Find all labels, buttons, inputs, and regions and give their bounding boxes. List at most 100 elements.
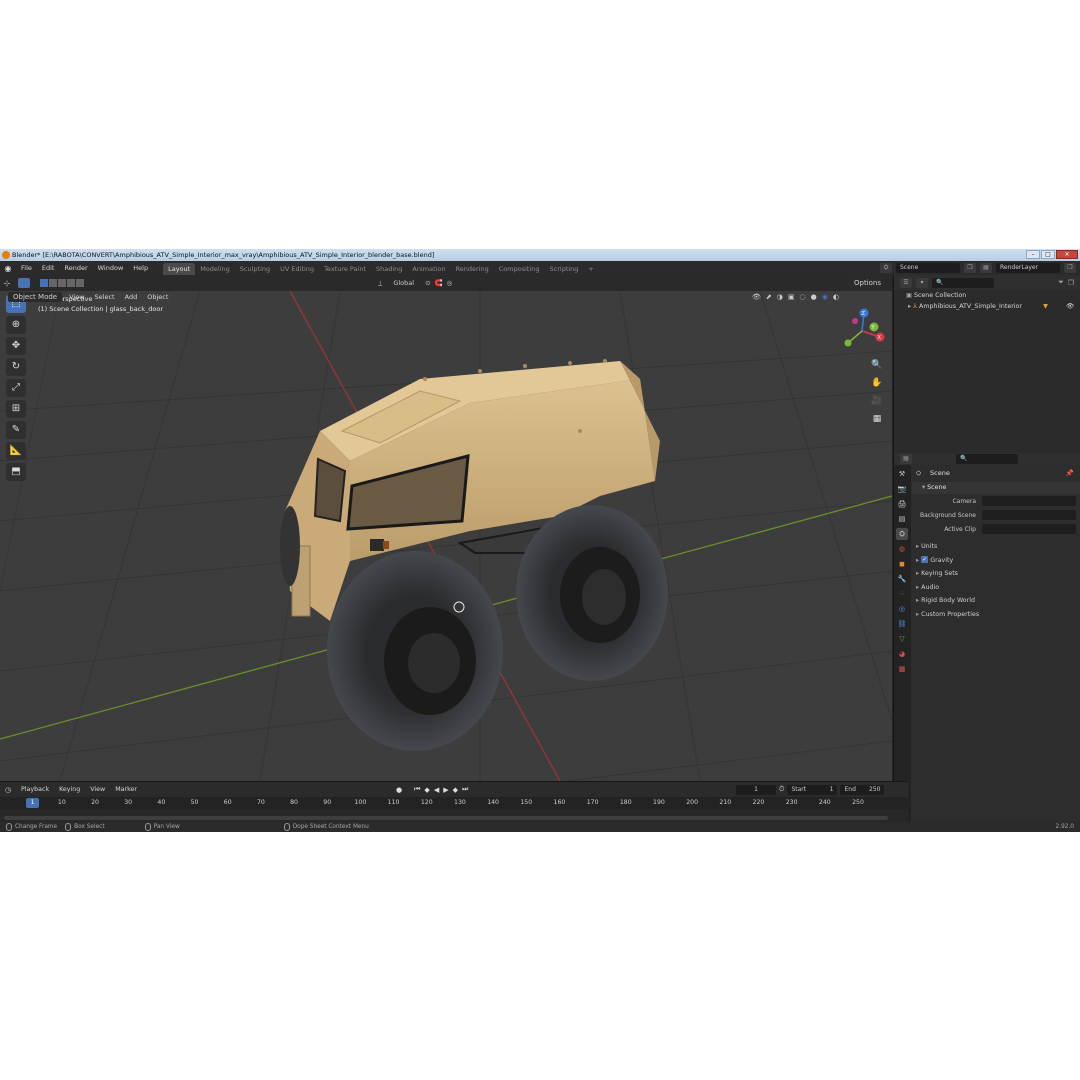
texture-tab-icon[interactable]: ▩: [896, 663, 908, 675]
jump-end-icon[interactable]: ⏭: [462, 785, 468, 794]
snap-icon[interactable]: 🧲: [435, 279, 443, 287]
tab-compositing[interactable]: Compositing: [494, 263, 545, 275]
start-frame-field[interactable]: Start 1: [787, 784, 838, 795]
playhead[interactable]: 1: [26, 798, 39, 808]
tab-uv-editing[interactable]: UV Editing: [275, 263, 319, 275]
scene-tab-icon[interactable]: ⛭: [896, 528, 908, 540]
tree-row-scene-collection[interactable]: ▣ Scene Collection: [894, 290, 1080, 301]
tab-texture-paint[interactable]: Texture Paint: [319, 263, 371, 275]
editor-type-icon[interactable]: ⊹: [0, 279, 14, 288]
stopwatch-icon[interactable]: ⏱: [779, 785, 784, 794]
gizmo-toggle-icon[interactable]: ⬈: [766, 293, 772, 301]
view-layer-tab-icon[interactable]: ▤: [896, 513, 908, 525]
menu-edit[interactable]: Edit: [37, 261, 60, 275]
tab-scripting[interactable]: Scripting: [545, 263, 584, 275]
custom-properties-panel[interactable]: ▸ Custom Properties: [912, 608, 1080, 622]
xray-icon[interactable]: ▣: [788, 293, 795, 301]
scene-panel-header[interactable]: ▾ Scene: [912, 482, 1080, 494]
menu-timeline-view[interactable]: View: [85, 782, 110, 797]
select-box-icon[interactable]: [18, 278, 30, 288]
overlay-icon[interactable]: ◑: [777, 293, 783, 301]
constraints-tab-icon[interactable]: ⛓: [896, 618, 908, 630]
visibility-icon[interactable]: 👁: [752, 293, 761, 301]
solid-shading-icon[interactable]: ●: [811, 293, 817, 301]
menu-marker[interactable]: Marker: [110, 782, 142, 797]
menu-window[interactable]: Window: [93, 261, 129, 275]
timeline-track[interactable]: [0, 809, 908, 823]
tool-tab-icon[interactable]: ⚒: [896, 468, 908, 480]
pivot-icon[interactable]: ⊙: [425, 279, 430, 287]
keying-sets-panel[interactable]: ▸ Keying Sets: [912, 567, 1080, 581]
blender-menu-icon[interactable]: ◉: [0, 264, 16, 273]
tab-rendering[interactable]: Rendering: [451, 263, 494, 275]
orientation-icon[interactable]: ⟂: [378, 279, 382, 288]
tab-modeling[interactable]: Modeling: [195, 263, 235, 275]
tree-row-object[interactable]: ▸ ⅄ Amphibious_ATV_Simple_Interior ▼ 👁: [894, 301, 1080, 312]
data-tab-icon[interactable]: ▽: [896, 633, 908, 645]
ortho-grid-icon[interactable]: ▦: [868, 411, 886, 427]
units-panel[interactable]: ▸ Units: [912, 540, 1080, 554]
physics-tab-icon[interactable]: ◎: [896, 603, 908, 615]
mode-extend-icon[interactable]: [49, 279, 57, 287]
view-layer-icon[interactable]: ▤: [980, 263, 992, 273]
move-tool-icon[interactable]: ✥: [6, 337, 26, 355]
eye-icon[interactable]: 👁: [1066, 301, 1074, 312]
cursor-tool-icon[interactable]: ⊕: [6, 316, 26, 334]
properties-type-icon[interactable]: ▤: [900, 454, 912, 464]
material-shading-icon[interactable]: ◉: [822, 293, 828, 301]
timeline-scrollbar[interactable]: [4, 816, 888, 820]
rotate-tool-icon[interactable]: ↻: [6, 358, 26, 376]
menu-view[interactable]: View: [64, 289, 89, 305]
copy-scene-icon[interactable]: ❐: [964, 263, 976, 273]
mode-subtract-icon[interactable]: [58, 279, 66, 287]
play-reverse-icon[interactable]: ◀: [434, 786, 439, 794]
display-mode-icon[interactable]: ▾: [916, 277, 928, 288]
record-icon[interactable]: ●: [396, 786, 402, 794]
pan-hand-icon[interactable]: ✋: [868, 375, 886, 391]
frame-ruler[interactable]: 1 10 20 30 40 50 60 70 80 90 100 110 120 130 140 150 16…: [0, 797, 908, 809]
add-workspace-button[interactable]: +: [583, 263, 598, 275]
menu-select[interactable]: Select: [90, 289, 120, 305]
end-frame-field[interactable]: End 250: [840, 784, 885, 795]
tab-layout[interactable]: Layout: [163, 263, 196, 275]
particles-tab-icon[interactable]: ⁘: [896, 588, 908, 600]
menu-keying[interactable]: Keying: [54, 782, 85, 797]
measure-tool-icon[interactable]: 📐: [6, 442, 26, 460]
mode-invert-icon[interactable]: [67, 279, 75, 287]
maximize-button[interactable]: □: [1041, 250, 1055, 259]
menu-object[interactable]: Object: [142, 289, 173, 305]
menu-add[interactable]: Add: [120, 289, 143, 305]
minimize-button[interactable]: –: [1026, 250, 1040, 259]
tab-shading[interactable]: Shading: [371, 263, 407, 275]
menu-help[interactable]: Help: [128, 261, 153, 275]
current-frame-field[interactable]: 1: [736, 784, 776, 795]
orientation-dropdown[interactable]: Global: [388, 278, 420, 288]
close-button[interactable]: ✕: [1056, 250, 1078, 259]
next-keyframe-icon[interactable]: ◆: [453, 786, 458, 794]
properties-search-input[interactable]: 🔍: [956, 454, 1018, 464]
wireframe-shading-icon[interactable]: ◌: [800, 293, 806, 301]
camera-view-icon[interactable]: 🎥: [868, 393, 886, 409]
modifier-tab-icon[interactable]: 🔧: [896, 573, 908, 585]
new-collection-icon[interactable]: ❐: [1068, 279, 1074, 287]
gravity-checkbox[interactable]: ✓: [921, 556, 929, 563]
zoom-icon[interactable]: 🔍: [868, 357, 886, 373]
rigid-body-world-panel[interactable]: ▸ Rigid Body World: [912, 594, 1080, 608]
proportional-icon[interactable]: ◎: [447, 279, 453, 287]
outliner-type-icon[interactable]: ☰: [900, 277, 912, 288]
jump-start-icon[interactable]: ⏮: [414, 785, 420, 794]
render-tab-icon[interactable]: 📷: [896, 483, 908, 495]
timeline-type-icon[interactable]: ◷: [0, 786, 16, 794]
object-mode-dropdown[interactable]: Object Mode: [8, 292, 63, 302]
material-tab-icon[interactable]: ◕: [896, 648, 908, 660]
menu-file[interactable]: File: [16, 261, 37, 275]
scale-tool-icon[interactable]: ⤢: [6, 379, 26, 397]
audio-panel[interactable]: ▸ Audio: [912, 581, 1080, 595]
options-dropdown[interactable]: Options: [848, 278, 886, 288]
pin-icon[interactable]: 📌: [1066, 465, 1074, 482]
transform-tool-icon[interactable]: ⊞: [6, 400, 26, 418]
menu-playback[interactable]: Playback: [16, 782, 54, 797]
mode-new-icon[interactable]: [40, 279, 48, 287]
prev-keyframe-icon[interactable]: ◆: [424, 786, 429, 794]
gizmo-y-icon[interactable]: [844, 339, 852, 347]
